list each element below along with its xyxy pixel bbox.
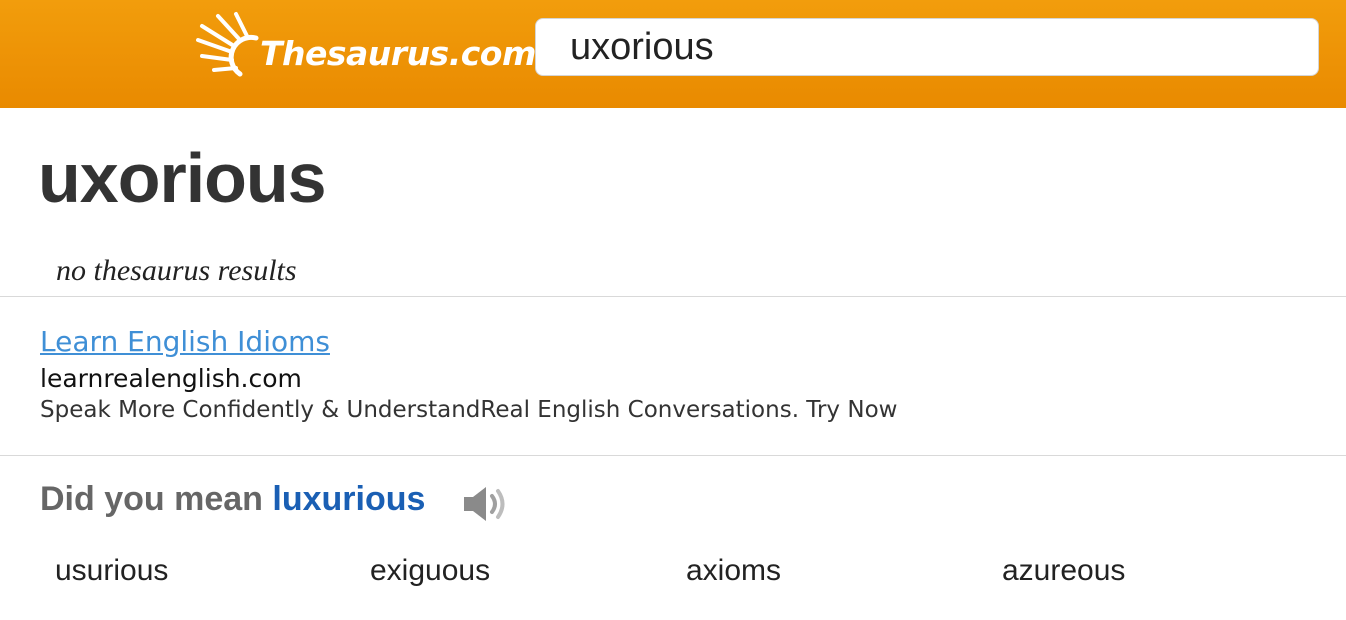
speaker-icon[interactable]	[462, 484, 508, 524]
alternative-word-link[interactable]: axioms	[686, 554, 781, 588]
alternative-word-link[interactable]: azureous	[1002, 554, 1125, 588]
logo-text: Thesaurus.com	[260, 34, 536, 73]
ad-title-link[interactable]: Learn English Idioms	[40, 325, 330, 358]
no-results-message: no thesaurus results	[56, 254, 297, 287]
divider	[0, 455, 1346, 456]
page-title: uxorious	[38, 139, 327, 217]
suggested-word-link[interactable]: luxurious	[272, 480, 425, 518]
ad-description: Speak More Confidently & UnderstandReal …	[40, 397, 898, 423]
divider	[0, 296, 1346, 297]
ad-domain: learnrealenglish.com	[40, 364, 302, 393]
did-you-mean-heading: Did you mean luxurious	[40, 480, 425, 519]
did-you-mean-prefix: Did you mean	[40, 480, 273, 518]
alternative-word-link[interactable]: usurious	[55, 554, 168, 588]
search-input[interactable]	[535, 18, 1319, 76]
alternative-word-link[interactable]: exiguous	[370, 554, 490, 588]
site-logo[interactable]: Thesaurus.com	[196, 10, 536, 82]
header-bar: Thesaurus.com	[0, 0, 1346, 108]
